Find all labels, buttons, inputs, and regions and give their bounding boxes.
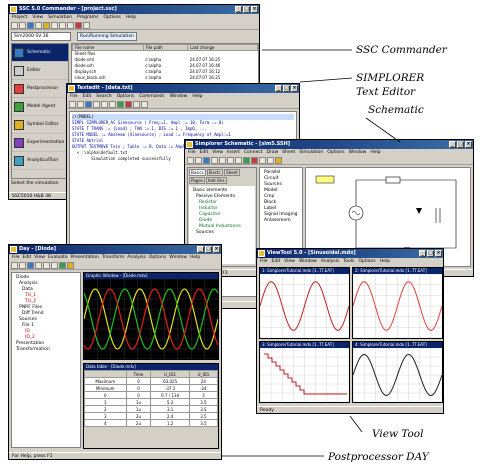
callout-line-editor — [299, 77, 353, 83]
callout-lines — [222, 49, 401, 457]
callout-line-viewtool — [349, 415, 363, 433]
callout-line-schematic — [365, 117, 401, 143]
